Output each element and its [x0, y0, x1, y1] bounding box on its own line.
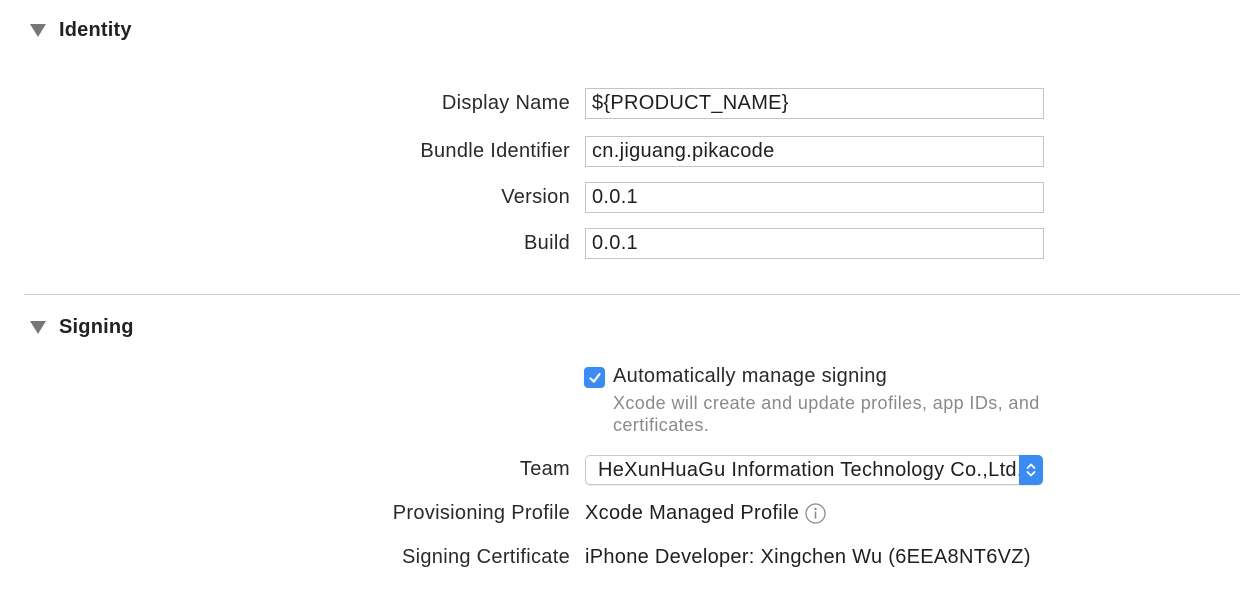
auto-manage-signing-label[interactable]: Automatically manage signing	[613, 365, 887, 388]
team-label: Team	[519, 458, 570, 480]
signing-certificate-value: iPhone Developer: Xingchen Wu (6EEA8NT6V…	[585, 546, 1031, 568]
popup-arrows-icon[interactable]	[1019, 455, 1043, 485]
provisioning-profile-label: Provisioning Profile	[392, 502, 570, 524]
auto-manage-signing-checkbox[interactable]	[584, 367, 605, 388]
version-field[interactable]	[585, 182, 1044, 213]
version-label: Version	[501, 186, 570, 208]
build-label: Build	[524, 232, 570, 254]
signing-section-header[interactable]: Signing	[30, 312, 134, 342]
provisioning-profile-value: Xcode Managed Profile	[585, 502, 800, 524]
bundle-identifier-label: Bundle Identifier	[420, 140, 570, 162]
info-icon[interactable]	[805, 503, 826, 524]
bundle-identifier-field[interactable]	[585, 136, 1044, 167]
team-popup[interactable]: HeXunHuaGu Information Technology Co.,Lt…	[585, 455, 1043, 485]
checkmark-icon	[588, 372, 601, 383]
signing-certificate-label: Signing Certificate	[401, 546, 570, 568]
identity-section-title: Identity	[59, 18, 132, 41]
display-name-label: Display Name	[441, 92, 570, 114]
build-field[interactable]	[585, 228, 1044, 259]
identity-section-header[interactable]: Identity	[30, 15, 132, 45]
disclosure-triangle-icon[interactable]	[30, 23, 46, 37]
signing-section-title: Signing	[59, 315, 134, 338]
disclosure-triangle-icon[interactable]	[30, 320, 46, 334]
auto-manage-signing-help: Xcode will create and update profiles, a…	[613, 393, 1040, 435]
section-divider	[24, 294, 1240, 295]
team-popup-value: HeXunHuaGu Information Technology Co.,Lt…	[598, 458, 1019, 481]
display-name-field[interactable]	[585, 88, 1044, 119]
